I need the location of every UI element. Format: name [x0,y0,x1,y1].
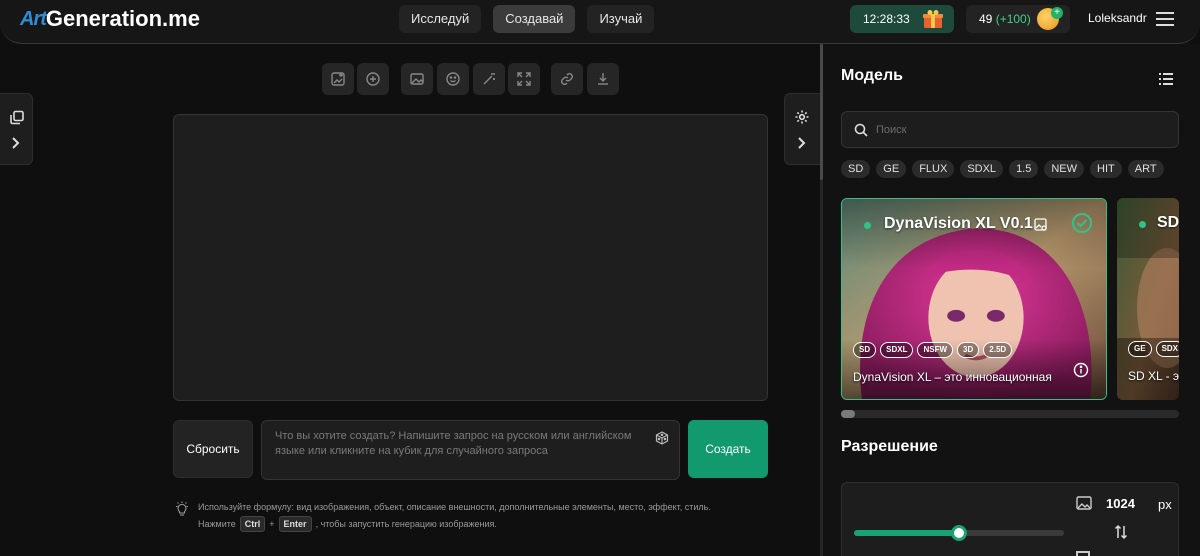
filter-hit[interactable]: HIT [1090,160,1122,178]
slider-knob[interactable] [951,525,967,541]
chevron-right-icon [798,137,806,149]
image-icon [410,73,424,85]
resolution-control: 1024 px [841,482,1179,556]
plus-circle-icon [366,72,380,86]
model-carousel-scrollbar[interactable] [841,410,1179,418]
width-unit: px [1158,497,1172,512]
nav-learn[interactable]: Изучай [587,5,655,33]
ctrl-key: Ctrl [239,516,266,532]
coin-balance[interactable]: 49 (+100) + [966,5,1070,33]
image-height-icon [1076,551,1090,556]
smile-icon [446,72,460,86]
filter-new[interactable]: NEW [1044,160,1085,178]
expand-button[interactable] [508,63,540,95]
upload-image-button[interactable] [322,63,354,95]
prompt-input[interactable]: Что вы хотите создать? Напишите запрос н… [261,420,680,480]
top-header: Art Generation.me Исследуй Создавай Изуч… [0,0,1200,44]
app-root: Art Generation.me Исследуй Создавай Изуч… [0,0,1200,556]
expand-icon [517,72,531,86]
model-tags: GE SDX [1128,341,1179,357]
tag: 2.5D [983,342,1013,358]
link-icon [561,73,573,85]
image-search-icon [1034,218,1047,231]
hint-formula: Используйте формулу: вид изображения, об… [198,502,711,512]
add-button[interactable] [357,63,389,95]
model-search[interactable] [841,111,1179,148]
copy-icon [10,110,24,125]
model-filters: SD GE FLUX SDXL 1.5 NEW HIT ART [841,160,1164,178]
face-button[interactable] [437,63,469,95]
settings-panel: Модель SD GE FLUX SDXL 1.5 NEW HIT ART [823,44,1200,556]
lightbulb-icon [176,501,188,516]
info-icon[interactable] [1073,362,1089,378]
model-title: SD [1157,214,1179,231]
list-view-icon[interactable] [1159,73,1173,85]
resolution-slider[interactable] [854,525,1064,541]
filter-ge[interactable]: GE [876,160,907,178]
filter-sd[interactable]: SD [841,160,871,178]
model-description: SD XL - э [1128,369,1179,383]
download-icon [598,73,608,85]
coin-count: 49 (+100) [979,12,1031,26]
nav-explore[interactable]: Исследуй [399,5,482,33]
filter-15[interactable]: 1.5 [1009,160,1039,178]
bonus-timer[interactable]: 12:28:33 [850,5,954,33]
prompt-placeholder: Что вы хотите создать? Напишите запрос н… [275,430,632,457]
timer-text: 12:28:33 [863,12,910,26]
image-width-icon [1076,496,1092,510]
image-upload-icon [331,72,345,86]
magic-wand-icon [483,73,495,85]
magic-wand-button[interactable] [473,63,505,95]
hint-shortcut: Нажмите Ctrl + Enter , чтобы запустить г… [198,516,497,532]
tag: SD [853,342,877,358]
online-dot [1139,221,1146,228]
tag: SDXL [880,342,914,358]
logo-text: Generation.me [45,6,200,31]
tag: NSFW [917,342,954,358]
logo[interactable]: Art Generation.me [20,6,200,32]
width-value[interactable]: 1024 [1106,496,1135,511]
model-card[interactable]: DynaVision XL V0.1 SD SDXL NSFW 3D 2.5D … [841,198,1107,400]
settings-panel-toggle[interactable] [784,93,820,165]
nav-create[interactable]: Создавай [493,5,576,33]
tag: 3D [957,342,980,358]
filter-flux[interactable]: FLUX [912,160,955,178]
filter-art[interactable]: ART [1127,160,1164,178]
history-panel-toggle[interactable] [0,93,33,165]
slider-fill [854,530,959,536]
create-button[interactable]: Создать [688,420,768,478]
search-input[interactable] [876,120,1166,140]
link-button[interactable] [551,63,583,95]
chevron-right-icon [12,137,20,149]
model-title: DynaVision XL V0.1 [884,215,1033,232]
image-canvas [173,114,768,401]
model-tags: SD SDXL NSFW 3D 2.5D [853,342,1013,358]
tag: GE [1128,341,1152,357]
check-circle-icon [1072,213,1092,233]
online-dot [864,222,871,229]
download-button[interactable] [587,63,619,95]
resolution-heading: Разрешение [841,438,938,455]
gear-icon [795,110,809,124]
swap-dimensions-icon[interactable] [1114,524,1128,540]
filter-sdxl[interactable]: SDXL [960,160,1004,178]
search-icon [854,123,868,137]
gift-icon [923,10,943,28]
reset-button[interactable]: Сбросить [173,420,253,478]
model-heading: Модель [841,67,903,84]
model-description: DynaVision XL – это инновационная [853,370,1052,384]
tag: SDX [1155,341,1179,357]
menu-icon[interactable] [1156,12,1174,26]
image-button[interactable] [401,63,433,95]
enter-key: Enter [278,516,312,532]
main-nav: Исследуй Создавай Изучай [399,5,655,33]
username[interactable]: Loleksandr [1088,11,1147,25]
add-coins-icon[interactable]: + [1051,7,1063,19]
dice-icon[interactable] [655,431,669,445]
logo-art: Art [20,7,47,30]
model-card[interactable]: SD GE SDX SD XL - э [1117,198,1179,400]
